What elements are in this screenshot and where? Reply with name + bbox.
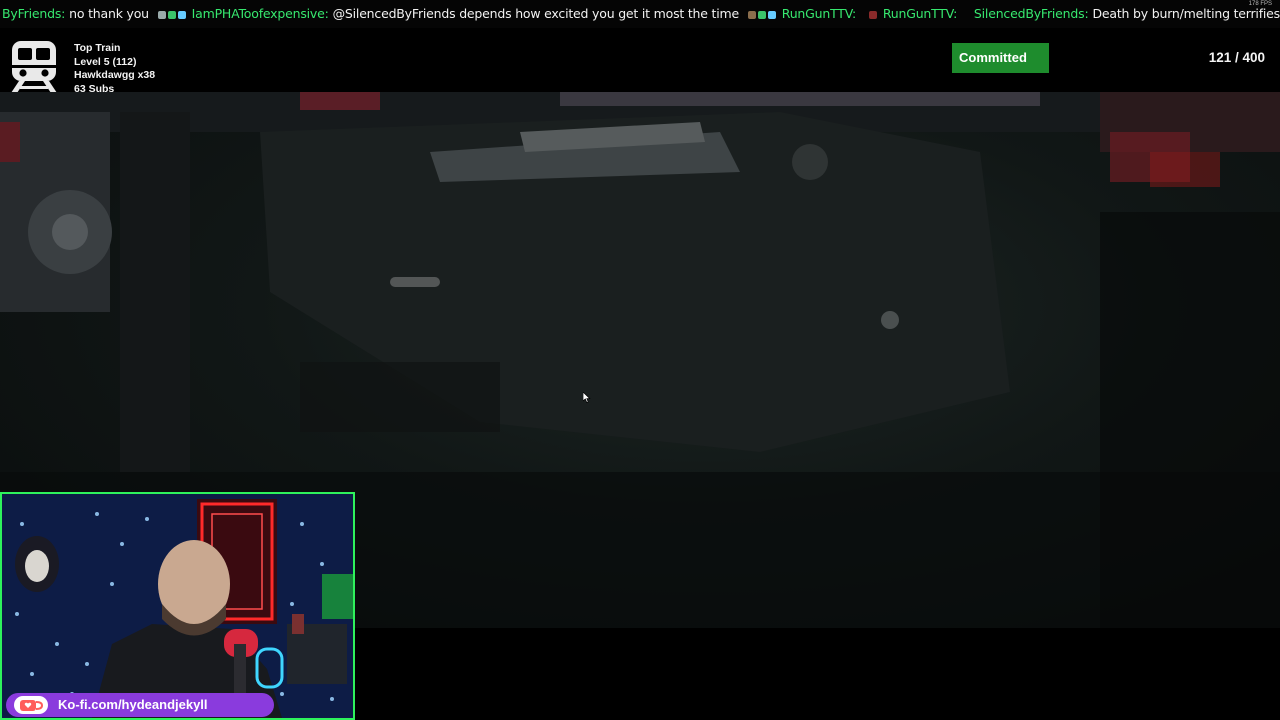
chat-badge-icon <box>157 11 166 19</box>
fps-counter: 178 FPS <box>1248 1 1272 7</box>
chat-badges <box>747 1 778 29</box>
chat-ticker: ByFriends: no thank you IamPHAToofexpensi… <box>0 0 1280 28</box>
mouse-cursor-icon <box>583 392 591 403</box>
chat-username: ByFriends: <box>2 6 66 21</box>
chat-badges <box>868 1 879 29</box>
chat-username: SilencedByFriends: <box>973 6 1089 21</box>
train-level: Level 5 (112) <box>74 55 137 68</box>
chat-badge-icon <box>757 11 766 19</box>
chat-username: RunGunTTV: <box>781 6 857 21</box>
train-icon <box>11 41 57 93</box>
train-info: Top Train Level 5 (112) Hawkdawgg x38 63… <box>74 42 155 96</box>
chat-text: no thank you <box>69 6 149 21</box>
chat-text: Death by burn/melting terrifies me <box>1092 6 1280 21</box>
chat-badge-icon <box>767 11 776 19</box>
webcam-feed <box>0 492 355 720</box>
chat-message: RunGunTTV: <box>743 6 864 21</box>
committed-badge: Committed <box>952 43 1049 73</box>
chat-message: ByFriends: no thank you <box>2 6 153 21</box>
webcam-scene <box>2 494 353 718</box>
chat-username: RunGunTTV: <box>882 6 958 21</box>
train-title: Top Train <box>74 42 121 54</box>
chat-badge-icon <box>177 11 186 19</box>
chat-badges <box>157 1 188 29</box>
hype-train-bar: Top Train Level 5 (112) Hawkdawgg x38 63… <box>0 28 1280 95</box>
train-top-user: Hawkdawgg x38 <box>74 69 156 81</box>
chat-badge-icon <box>167 11 176 19</box>
chat-username: IamPHAToofexpensive: <box>191 6 329 21</box>
chat-badge-icon <box>747 11 756 19</box>
train-progress-count: 121 / 400 <box>1208 50 1265 65</box>
kofi-link[interactable]: Ko-fi.com/hydeandjekyll <box>58 693 208 717</box>
chat-badge-icon <box>868 11 877 19</box>
kofi-cup-icon <box>14 696 48 714</box>
chat-message: SilencedByFriends: Death by burn/melting … <box>965 6 1280 21</box>
chat-text: @SilencedByFriends depends how excited y… <box>332 6 740 21</box>
chat-message: IamPHAToofexpensive: @SilencedByFriends d… <box>153 6 743 21</box>
chat-message: RunGunTTV: <box>864 6 965 21</box>
